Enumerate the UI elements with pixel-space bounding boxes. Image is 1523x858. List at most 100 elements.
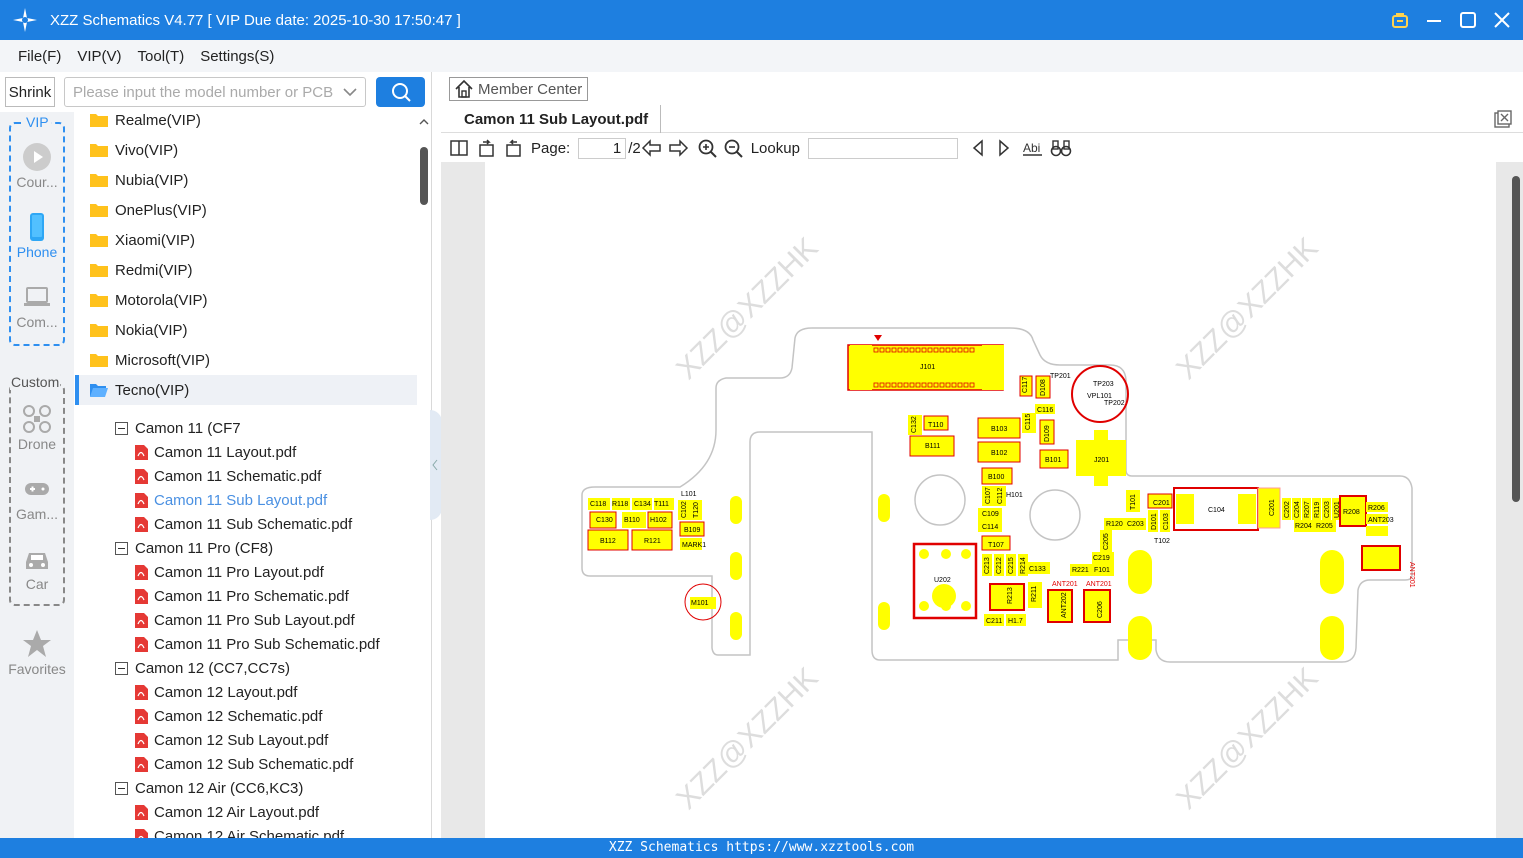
menu-settings[interactable]: Settings(S) [200,48,274,65]
file-item[interactable]: Camon 12 Layout.pdf [135,680,297,704]
folder-item[interactable]: Motorola(VIP) [75,285,417,315]
file-item[interactable]: Camon 12 Air Layout.pdf [135,800,319,824]
pcb-label: C118 [590,501,606,508]
pdf-viewer[interactable]: XZZ@XZZHK XZZ@XZZHK XZZ@XZZHK XZZ@XZZHK … [441,162,1523,838]
folder-icon [90,354,108,367]
close-tab-icon[interactable] [1493,109,1513,129]
menu-tool[interactable]: Tool(T) [138,48,185,65]
folder-item[interactable]: Redmi(VIP) [75,255,417,285]
model-node[interactable]: Camon 12 (CC7,CC7s) [115,656,290,680]
shrink-button[interactable]: Shrink [5,77,55,107]
file-item[interactable]: Camon 11 Sub Schematic.pdf [135,512,352,536]
pcb-label: C203 [1127,521,1144,528]
next-page-icon[interactable] [667,138,689,158]
viewer-scrollbar[interactable] [1509,166,1523,838]
chevron-left-icon [432,459,438,471]
file-item[interactable]: Camon 12 Air Schematic.pdf [135,824,344,838]
pcb-layout-drawing[interactable]: J101 TP201 TP203 TP202VPL101 C117 D108 C116 C13… [485,162,1496,838]
menu-file[interactable]: File(F) [18,48,61,65]
maximize-button[interactable] [1457,9,1479,31]
rotate-right-icon[interactable] [503,138,523,158]
vip-bag-icon[interactable] [1389,9,1411,31]
folder-item[interactable]: Xiaomi(VIP) [75,225,417,255]
collapse-toggle-icon[interactable] [115,781,128,795]
pcb-label: ANT201 [1408,562,1415,588]
pcb-label: B109 [684,527,700,534]
file-item[interactable]: Camon 12 Sub Layout.pdf [135,728,328,752]
file-item[interactable]: Camon 12 Sub Schematic.pdf [135,752,353,776]
folder-icon [90,234,108,247]
zoom-out-icon[interactable] [723,138,743,158]
collapse-toggle-icon[interactable] [115,421,128,435]
sidebar-toggle-icon[interactable] [449,138,469,158]
folder-item[interactable]: OnePlus(VIP) [75,195,417,225]
tab-camon-11-sub-layout[interactable]: Camon 11 Sub Layout.pdf [451,105,661,133]
file-item[interactable]: Camon 11 Sub Layout.pdf [135,488,327,512]
pcb-label: T102 [1154,538,1170,545]
model-node[interactable]: Camon 12 Air (CC6,KC3) [115,776,303,800]
find-previous-icon[interactable] [970,138,986,158]
folder-item[interactable]: Realme(VIP) [75,112,417,135]
file-item[interactable]: Camon 11 Pro Sub Layout.pdf [135,608,355,632]
app-logo-icon [13,8,37,32]
menu-vip[interactable]: VIP(V) [77,48,121,65]
pcb-pad [982,345,1004,390]
file-item[interactable]: Camon 11 Schematic.pdf [135,464,321,488]
category-label: Com... [16,314,58,330]
member-center-button[interactable]: Member Center [449,77,588,101]
folder-label: Tecno(VIP) [115,381,190,399]
model-node[interactable]: Camon 11 Pro (CF8) [115,536,273,560]
search-input[interactable]: Please input the model number or PCB [64,77,366,107]
category-games[interactable]: Gam... [0,474,74,522]
model-label: Camon 12 Air (CC6,KC3) [135,779,304,797]
file-item[interactable]: Camon 11 Pro Sub Schematic.pdf [135,632,380,656]
page-number-input[interactable]: 1 [578,137,627,159]
file-item[interactable]: Camon 11 Pro Schematic.pdf [135,584,349,608]
lookup-input[interactable] [807,137,958,159]
file-item[interactable]: Camon 11 Pro Layout.pdf [135,560,324,584]
category-favorites[interactable]: Favorites [0,629,74,677]
pcb-label: B101 [1045,457,1061,464]
file-label: Camon 11 Pro Layout.pdf [154,563,324,581]
category-drone[interactable]: Drone [0,404,74,452]
tree-scrollbar[interactable] [418,112,430,838]
folder-item[interactable]: Nokia(VIP) [75,315,417,345]
search-button[interactable] [376,77,425,107]
folder-item[interactable]: Microsoft(VIP) [75,345,417,375]
pcb-label: R121 [644,538,661,545]
model-node[interactable]: Camon 11 (CF7 [115,416,241,440]
folder-item[interactable]: Nubia(VIP) [75,165,417,195]
pcb-label: VPL101 [1087,393,1112,400]
home-icon [455,79,473,98]
category-phone[interactable]: Phone [0,212,74,260]
collapse-toggle-icon[interactable] [115,661,128,675]
folder-label: Nokia(VIP) [115,321,188,339]
pcb-label: ANT202 [1061,592,1068,618]
pcb-label: R213 [1007,587,1014,604]
file-item[interactable]: Camon 12 Schematic.pdf [135,704,322,728]
folder-item[interactable]: Vivo(VIP) [75,135,417,165]
folder-item[interactable]: Tecno(VIP) [75,375,417,405]
collapse-toggle-icon[interactable] [115,541,128,555]
minimize-button[interactable] [1423,9,1445,31]
zoom-in-icon[interactable] [697,138,717,158]
pcb-label: ANT201 [1086,581,1112,588]
pdf-file-icon [135,588,148,604]
viewer-scroll-thumb[interactable] [1512,176,1520,502]
close-button[interactable] [1491,9,1513,31]
category-car[interactable]: Car [0,544,74,592]
category-courses[interactable]: Cour... [0,142,74,190]
scroll-up-icon[interactable] [418,116,430,128]
scroll-thumb[interactable] [420,147,428,205]
match-case-icon[interactable]: Abi [1022,138,1044,158]
rotate-left-icon[interactable] [477,138,497,158]
lookup-label: Lookup [750,139,800,157]
file-item[interactable]: Camon 11 Layout.pdf [135,440,296,464]
prev-page-icon[interactable] [641,138,663,158]
chevron-down-icon[interactable] [343,82,357,102]
pcb-circle [941,549,951,559]
pdf-page[interactable]: XZZ@XZZHK XZZ@XZZHK XZZ@XZZHK XZZ@XZZHK … [485,162,1496,838]
find-next-icon[interactable] [996,138,1012,158]
category-computer[interactable]: Com... [0,282,74,330]
binoculars-icon[interactable] [1050,138,1072,158]
